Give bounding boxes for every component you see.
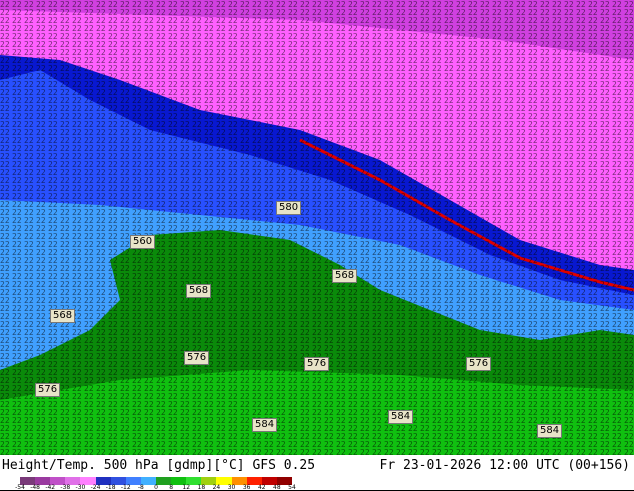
weather-map: 22 580 560 568 568 568 576 576 576 576 5…: [0, 0, 634, 455]
contour-label-584: 584: [537, 424, 563, 438]
contour-label-580: 580: [276, 201, 302, 215]
contour-label-576: 576: [35, 383, 61, 397]
map-footer: Height/Temp. 500 hPa [gdmp][°C] GFS 0.25…: [0, 455, 634, 491]
contour-label-560: 560: [130, 235, 156, 249]
temperature-field: 22: [0, 0, 634, 455]
contour-label-568: 568: [186, 284, 212, 298]
valid-time: Fr 23-01-2026 12:00 UTC (00+156): [379, 458, 630, 473]
contour-label-576: 576: [304, 357, 330, 371]
contour-label-584: 584: [388, 410, 414, 424]
contour-label-568: 568: [50, 309, 76, 323]
value-grid-overlay: [0, 0, 634, 455]
contour-label-568: 568: [332, 269, 358, 283]
contour-label-576: 576: [184, 351, 210, 365]
contour-label-576: 576: [466, 357, 492, 371]
contour-label-584: 584: [252, 418, 278, 432]
map-title: Height/Temp. 500 hPa [gdmp][°C] GFS 0.25: [2, 458, 316, 473]
